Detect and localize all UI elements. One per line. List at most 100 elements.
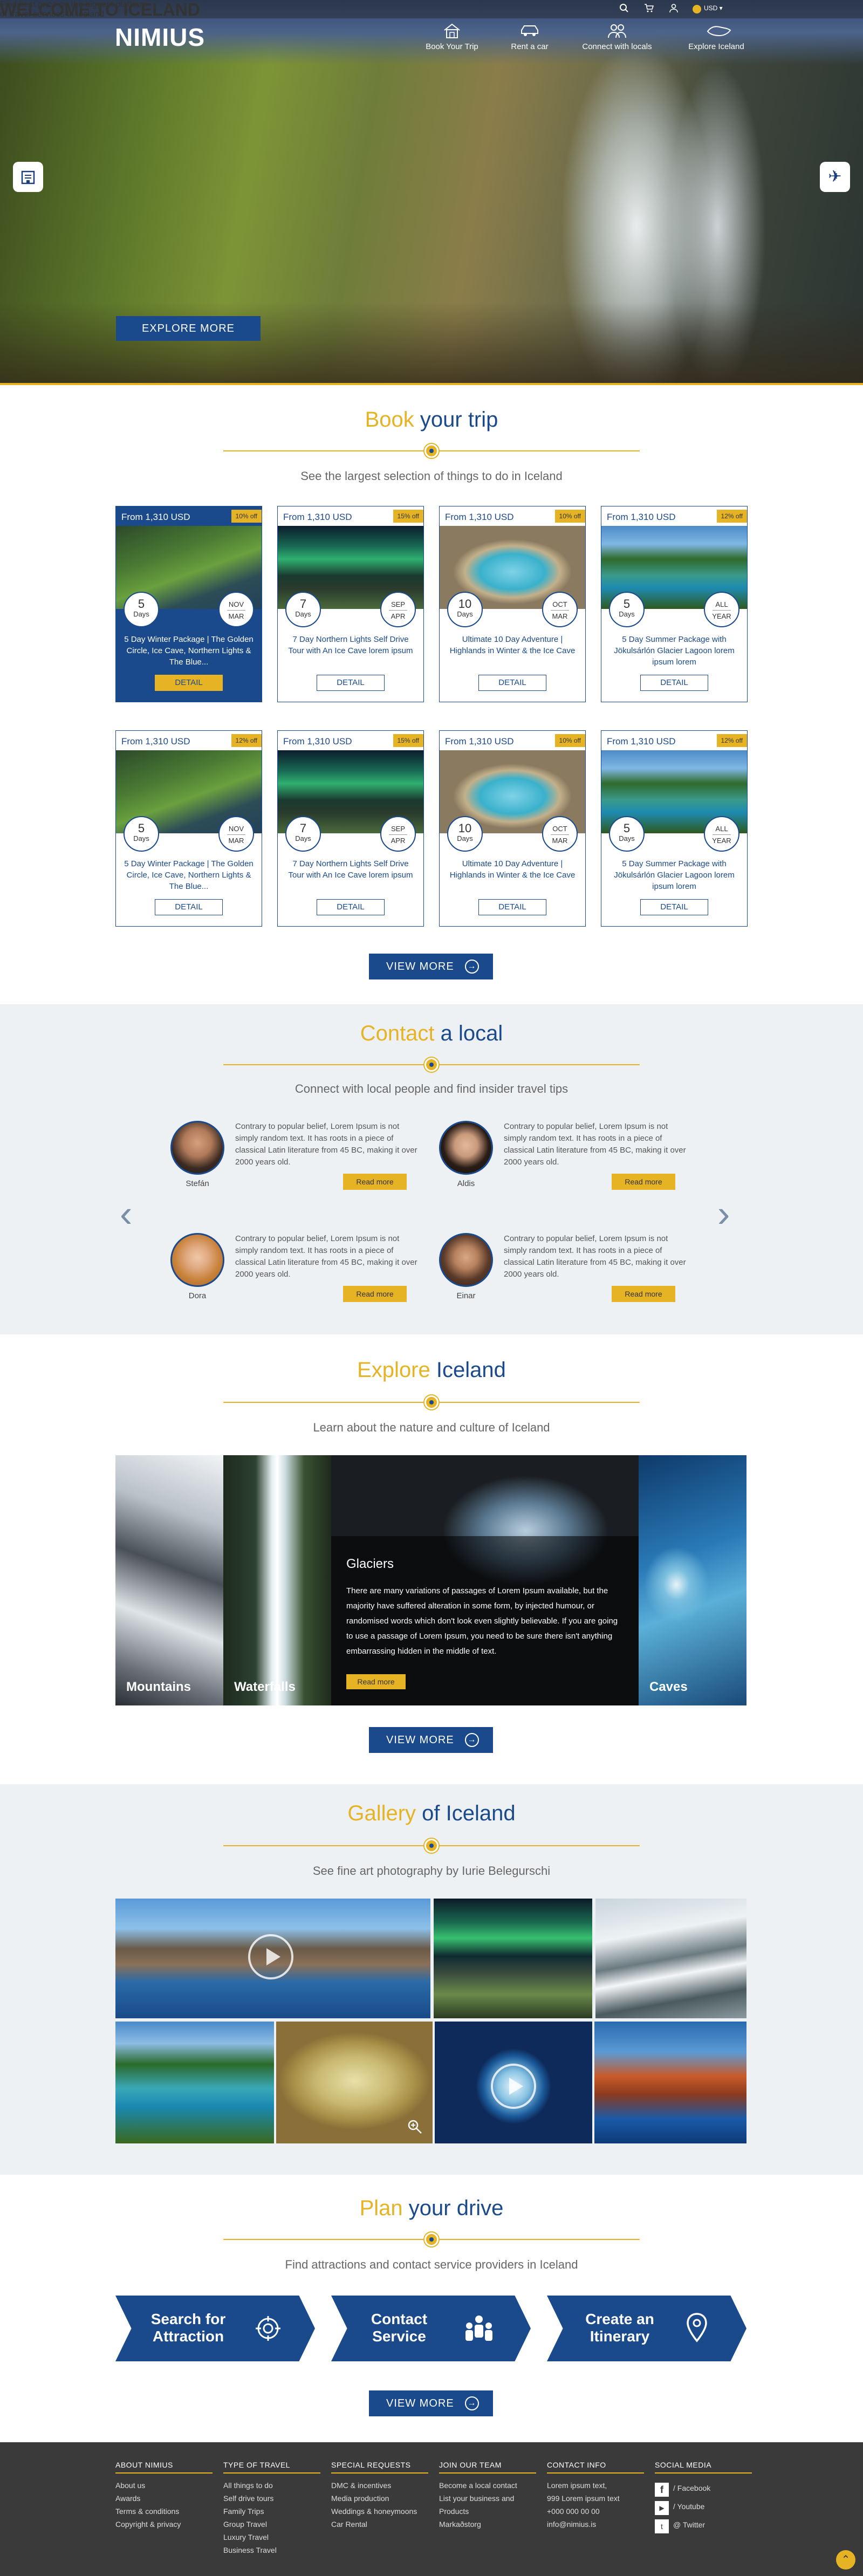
footer-link[interactable]: Self drive tours — [223, 2492, 320, 2505]
read-more-button[interactable]: Read more — [343, 1286, 407, 1302]
footer-link[interactable]: List your business and — [439, 2492, 536, 2505]
season-start: OCT — [552, 600, 567, 608]
season-end: MAR — [228, 837, 244, 845]
detail-button[interactable]: DETAIL — [640, 675, 708, 691]
contact-service-button[interactable]: Contact Service — [331, 2296, 531, 2361]
explore-panel-mountains[interactable]: Mountains — [115, 1455, 223, 1705]
tour-card[interactable]: From 1,310 USD 10% off 10 Days OCT MAR Ultimat… — [439, 730, 586, 927]
search-attraction-button[interactable]: Search for Attraction — [115, 2296, 315, 2361]
explore-panel-waterfalls[interactable]: Waterfalls — [223, 1455, 331, 1705]
season-start: NOV — [228, 600, 244, 608]
tour-card[interactable]: From 1,310 USD 12% off 5 Days ALL YEAR 5 Day S… — [601, 506, 748, 702]
footer-link[interactable]: Car Rental — [331, 2518, 428, 2531]
footer-link[interactable]: info@nimius.is — [547, 2518, 644, 2531]
read-more-button[interactable]: Read more — [612, 1174, 675, 1190]
footer-link[interactable]: Business Travel — [223, 2544, 320, 2557]
plan-view-more-button[interactable]: VIEW MORE → — [369, 2390, 493, 2416]
avatar[interactable] — [439, 1233, 493, 1287]
footer-link[interactable]: Terms & conditions — [115, 2505, 213, 2518]
footer-link[interactable]: All things to do — [223, 2479, 320, 2492]
nav-book-your-trip[interactable]: Book Your Trip — [414, 23, 490, 51]
explore-view-more-button[interactable]: VIEW MORE → — [369, 1727, 493, 1753]
detail-button[interactable]: DETAIL — [478, 899, 546, 915]
tour-card[interactable]: From 1,310 USD 12% off 5 Days NOV MAR 5 Day Wi… — [115, 730, 262, 927]
play-icon[interactable] — [491, 2064, 536, 2109]
currency-selector[interactable]: USD ▾ — [704, 4, 723, 12]
footer-link[interactable]: 999 Lorem ipsum text — [547, 2492, 644, 2505]
tour-card[interactable]: From 1,310 USD 12% off 5 Days ALL YEAR 5 Day S… — [601, 730, 748, 927]
footer-link[interactable]: Group Travel — [223, 2518, 320, 2531]
nav-connect-with-locals[interactable]: Connect with locals — [579, 23, 655, 51]
footer-link[interactable]: Copyright & privacy — [115, 2518, 213, 2531]
detail-button[interactable]: DETAIL — [478, 675, 546, 691]
gallery-image[interactable] — [594, 2022, 746, 2143]
footer-link[interactable]: Luxury Travel — [223, 2531, 320, 2544]
explore-panel-caves[interactable]: Caves — [639, 1455, 746, 1705]
site-logo[interactable]: NIMIUS — [115, 23, 205, 52]
avatar[interactable] — [170, 1121, 224, 1175]
nav-explore-iceland[interactable]: Explore Iceland — [679, 23, 754, 51]
search-icon[interactable] — [618, 3, 630, 15]
season-divider — [551, 610, 569, 611]
flight-side-button[interactable]: ✈ — [820, 162, 850, 192]
days-badge: 10 Days — [447, 592, 483, 627]
days-count: 5 — [138, 597, 145, 611]
footer-link[interactable]: Family Trips — [223, 2505, 320, 2518]
title-accent: Gallery — [347, 1801, 416, 1825]
carousel-next-icon[interactable]: › — [717, 1192, 730, 1235]
zoom-icon[interactable] — [407, 2119, 423, 2139]
footer-link[interactable]: Weddings & honeymoons — [331, 2505, 428, 2518]
hotel-side-button[interactable] — [13, 162, 43, 192]
avatar[interactable] — [439, 1121, 493, 1175]
youtube-icon[interactable]: ▶ — [655, 2501, 669, 2515]
chevron-label: Create an — [585, 2311, 654, 2327]
detail-button[interactable]: DETAIL — [317, 899, 385, 915]
read-more-button[interactable]: Read more — [346, 1674, 406, 1689]
scroll-to-top-icon[interactable]: ⌃ — [836, 2550, 855, 2570]
book-view-more-button[interactable]: VIEW MORE → — [369, 954, 493, 979]
detail-button[interactable]: DETAIL — [640, 899, 708, 915]
cart-icon[interactable] — [643, 3, 655, 15]
tour-card[interactable]: From 1,310 USD 10% off 5 Days NOV MAR 5 Day Wi… — [115, 506, 262, 702]
footer-link[interactable]: Become a local contact — [439, 2479, 536, 2492]
gallery-image[interactable] — [276, 2022, 433, 2143]
book-section-title: Book your trip — [0, 408, 863, 432]
play-icon[interactable] — [248, 1934, 293, 1979]
footer-link[interactable]: @ Twitter — [655, 2516, 752, 2534]
tour-card[interactable]: From 1,310 USD 15% off 7 Days SEP APR 7 Day No… — [277, 730, 424, 927]
footer-link[interactable]: / Youtube — [655, 2497, 752, 2516]
tour-card[interactable]: From 1,310 USD 15% off 7 Days SEP APR 7 Day No… — [277, 506, 424, 702]
gallery-image[interactable] — [435, 2022, 592, 2143]
gallery-image[interactable] — [115, 1899, 430, 2018]
footer-link[interactable]: About us — [115, 2479, 213, 2492]
read-more-button[interactable]: Read more — [612, 1286, 675, 1302]
explore-more-button[interactable]: EXPLORE MORE — [116, 316, 261, 341]
gallery-section-title: Gallery of Iceland — [0, 1801, 863, 1826]
gallery-image[interactable] — [434, 1899, 592, 2018]
create-itinerary-button[interactable]: Create an Itinerary — [547, 2296, 746, 2361]
explore-panel-glaciers[interactable]: Glaciers There are many variations of pa… — [331, 1455, 639, 1705]
footer-link[interactable]: / Facebook — [655, 2479, 752, 2497]
detail-button[interactable]: DETAIL — [317, 675, 385, 691]
footer-link[interactable]: +000 000 00 00 — [547, 2505, 644, 2518]
gallery-image[interactable] — [595, 1899, 746, 2018]
footer-link[interactable]: Awards — [115, 2492, 213, 2505]
detail-button[interactable]: DETAIL — [155, 675, 223, 691]
user-icon[interactable] — [668, 3, 680, 15]
gallery-image[interactable] — [115, 2022, 274, 2143]
twitter-icon[interactable]: t — [655, 2519, 669, 2533]
tour-card[interactable]: From 1,310 USD 10% off 10 Days OCT MAR Ultimat… — [439, 506, 586, 702]
footer-link[interactable]: Products — [439, 2505, 536, 2518]
avatar[interactable] — [170, 1233, 224, 1287]
read-more-button[interactable]: Read more — [343, 1174, 407, 1190]
detail-button[interactable]: DETAIL — [155, 899, 223, 915]
carousel-prev-icon[interactable]: ‹ — [120, 1192, 132, 1235]
footer-link[interactable]: Lorem ipsum text, — [547, 2479, 644, 2492]
footer-link[interactable]: DMC & incentives — [331, 2479, 428, 2492]
facebook-icon[interactable]: f — [655, 2483, 669, 2497]
footer-link[interactable]: Media production — [331, 2492, 428, 2505]
footer-link[interactable]: Markaðstorg — [439, 2518, 536, 2531]
footer-column: ABOUT NIMIUS About us Awards Terms & condit… — [115, 2461, 213, 2531]
nav-rent-a-car[interactable]: Rent a car — [492, 23, 567, 51]
days-label: Days — [619, 610, 635, 618]
